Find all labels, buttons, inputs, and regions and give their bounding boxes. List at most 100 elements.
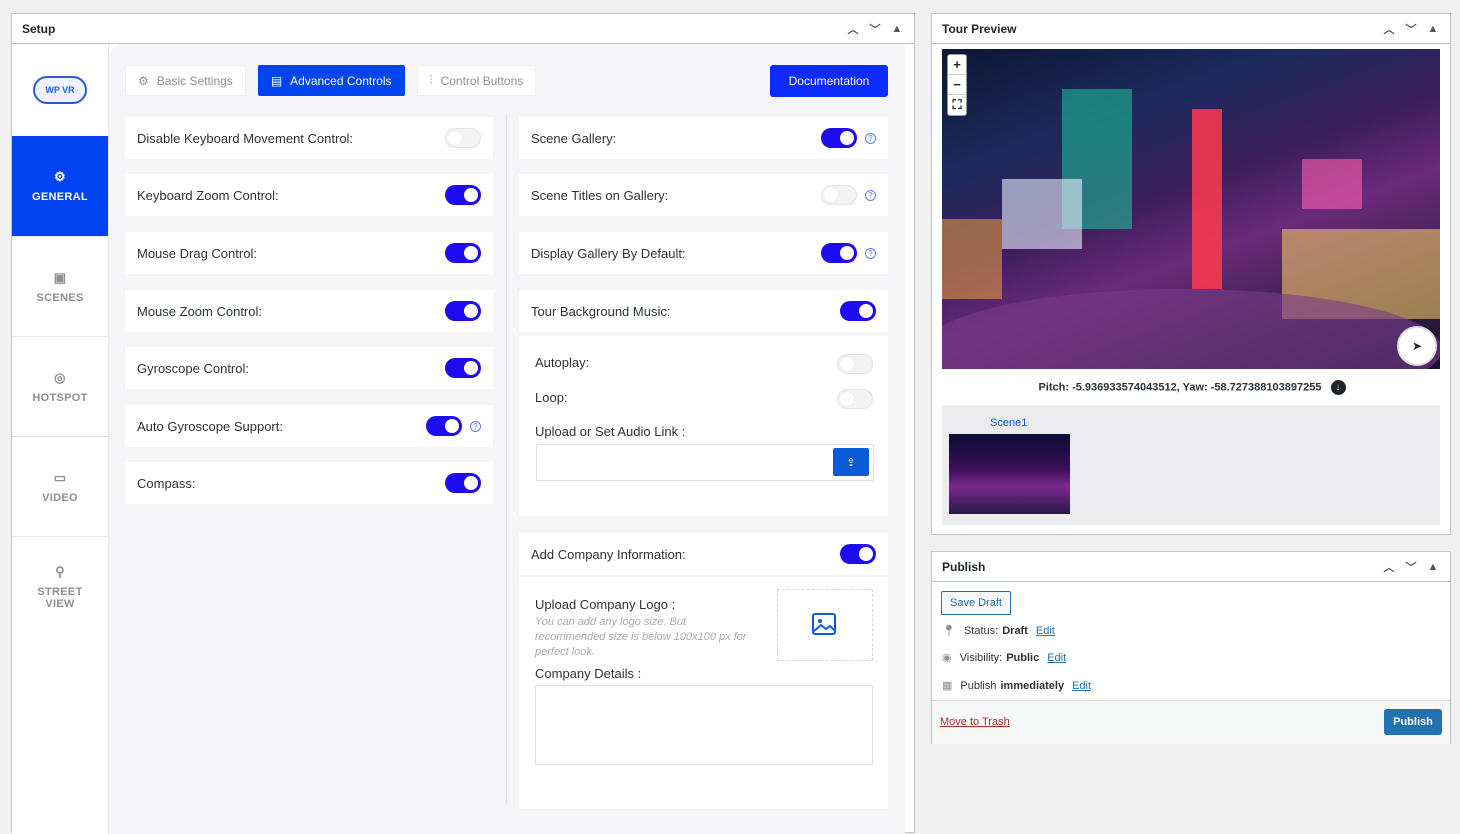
setting-scene-gallery: Scene Gallery: ? <box>519 117 888 159</box>
sidebar-item-label: SCENES <box>36 291 84 304</box>
sidebar-item-label: VIDEO <box>42 491 78 504</box>
chevron-up-icon[interactable]: ︿ <box>1382 559 1396 575</box>
pin-icon: 📍︎ <box>942 625 956 637</box>
triangle-up-icon[interactable]: ▲ <box>1426 23 1440 35</box>
download-icon[interactable]: ↓ <box>1330 380 1346 395</box>
scene-gallery: Scene1 <box>942 405 1440 525</box>
viewer-controls: + − ⛶ <box>947 54 967 116</box>
setup-title: Setup <box>22 21 56 36</box>
toggle-mouse-zoom[interactable] <box>445 301 481 321</box>
audio-link-input[interactable] <box>536 444 874 481</box>
tour-preview-panel: Tour Preview ︿ ﹀ ▲ + − ⛶ ➤ Pitch: -5.93693… <box>931 13 1451 535</box>
upload-icon: ⇪ <box>846 456 856 469</box>
company-panel: Upload Company Logo : You can add any lo… <box>519 577 888 809</box>
setting-compass: Compass: <box>125 462 493 504</box>
triangle-up-icon[interactable]: ▲ <box>890 23 904 35</box>
setting-tour-background-music: Tour Background Music: <box>519 290 888 332</box>
pin-icon: ⚲ <box>55 563 65 579</box>
setting-company-information: Add Company Information: <box>519 533 888 575</box>
setting-mouse-zoom: Mouse Zoom Control: <box>125 290 493 332</box>
move-to-trash-link[interactable]: Move to Trash <box>940 716 1010 728</box>
setup-content: ⚙ Basic Settings ▤ Advanced Controls ⫶ C… <box>109 44 905 834</box>
setting-auto-gyroscope: Auto Gyroscope Support: ? <box>125 405 493 447</box>
pitch-yaw-readout: Pitch: -5.936933574043512, Yaw: -58.7273… <box>932 380 1452 395</box>
setup-sidebar: WP VR ⚙ GENERAL ▣ SCENES ◎ HOTSPOT ▭ VID… <box>12 44 109 834</box>
setup-panel: Setup ︿ ﹀ ▲ WP VR ⚙ GENERAL ▣ SCENES ◎ HOT… <box>11 13 915 834</box>
eye-icon: ◉ <box>942 652 952 664</box>
status-row: 📍︎ Status: Draft Edit <box>942 624 1055 638</box>
setting-mouse-drag: Mouse Drag Control: <box>125 232 493 274</box>
zoom-in-button[interactable]: + <box>948 55 966 75</box>
tab-advanced-controls[interactable]: ▤ Advanced Controls <box>257 65 405 96</box>
music-options-panel: Autoplay: Loop: Upload or Set Audio Link… <box>519 336 888 516</box>
setup-header: Setup ︿ ﹀ ▲ <box>12 14 914 44</box>
scene-thumbnail[interactable] <box>949 434 1070 514</box>
gear-icon: ⚙ <box>138 73 149 88</box>
toggle-scene-titles-gallery[interactable] <box>821 185 857 205</box>
edit-publish-time-link[interactable]: Edit <box>1072 680 1091 692</box>
zoom-out-button[interactable]: − <box>948 75 966 95</box>
edit-status-link[interactable]: Edit <box>1036 625 1055 637</box>
toggle-compass[interactable] <box>445 473 481 493</box>
save-draft-button[interactable]: Save Draft <box>941 591 1011 615</box>
company-details-label: Company Details : <box>535 666 642 681</box>
toggle-gyroscope[interactable] <box>445 358 481 378</box>
sidebar-item-label: STREET VIEW <box>37 585 83 610</box>
toggle-disable-keyboard-movement[interactable] <box>445 128 481 148</box>
fullscreen-icon[interactable]: ⛶ <box>948 95 966 115</box>
sidebar-item-video[interactable]: ▭ VIDEO <box>12 436 108 536</box>
panorama-viewer[interactable]: + − ⛶ ➤ <box>942 49 1440 369</box>
setting-keyboard-zoom: Keyboard Zoom Control: <box>125 174 493 216</box>
toggle-scene-gallery[interactable] <box>821 128 857 148</box>
chevron-down-icon[interactable]: ﹀ <box>1404 21 1418 37</box>
info-icon[interactable]: ? <box>865 189 876 201</box>
publish-title: Publish <box>942 559 986 574</box>
setting-display-gallery-default: Display Gallery By Default: ? <box>519 232 888 274</box>
edit-visibility-link[interactable]: Edit <box>1047 652 1066 664</box>
autoplay-label: Autoplay: <box>535 355 590 370</box>
publish-time-row: ▦ Publish immediately Edit <box>942 679 1092 693</box>
info-icon[interactable]: ? <box>865 247 876 259</box>
publish-panel: Publish ︿ ﹀ ▲ Save Draft 📍︎ Status: Draft E… <box>931 551 1451 744</box>
compass-icon: ➤ <box>1397 326 1437 366</box>
grid-icon: ▤ <box>270 73 283 88</box>
tour-preview-header: Tour Preview ︿ ﹀ ▲ <box>932 14 1450 44</box>
sidebar-item-hotspot[interactable]: ◎ HOTSPOT <box>12 336 108 436</box>
tab-basic-settings[interactable]: ⚙ Basic Settings <box>125 65 246 96</box>
toggle-autoplay[interactable] <box>837 354 873 374</box>
info-icon[interactable]: ? <box>470 420 481 432</box>
toggle-keyboard-zoom[interactable] <box>445 185 481 205</box>
company-logo-label: Upload Company Logo : <box>535 597 676 612</box>
sliders-icon: ⫶ <box>429 73 433 87</box>
publish-button[interactable]: Publish <box>1384 709 1442 735</box>
tab-control-buttons[interactable]: ⫶ Control Buttons <box>416 65 537 96</box>
upload-audio-button[interactable]: ⇪ <box>833 448 869 476</box>
image-icon: ▣ <box>53 269 67 285</box>
sidebar-item-general[interactable]: ⚙ GENERAL <box>12 136 108 236</box>
triangle-up-icon[interactable]: ▲ <box>1426 561 1440 573</box>
company-details-textarea[interactable] <box>535 685 873 765</box>
toggle-loop[interactable] <box>837 389 873 409</box>
chevron-down-icon[interactable]: ﹀ <box>868 21 882 37</box>
sidebar-item-scenes[interactable]: ▣ SCENES <box>12 236 108 336</box>
toggle-display-gallery-default[interactable] <box>821 243 857 263</box>
scene-title: Scene1 <box>990 417 1028 429</box>
chevron-up-icon[interactable]: ︿ <box>846 21 860 37</box>
toggle-auto-gyroscope[interactable] <box>426 416 462 436</box>
chevron-down-icon[interactable]: ﹀ <box>1404 559 1418 575</box>
image-upload-icon <box>812 613 836 635</box>
info-icon[interactable]: ? <box>865 132 876 144</box>
toggle-tour-background-music[interactable] <box>840 301 876 321</box>
sidebar-item-street-view[interactable]: ⚲ STREET VIEW <box>12 536 108 636</box>
panorama-image <box>942 89 1440 369</box>
settings-tabs: ⚙ Basic Settings ▤ Advanced Controls ⫶ C… <box>125 65 537 96</box>
documentation-button[interactable]: Documentation <box>770 65 888 97</box>
publish-header: Publish ︿ ﹀ ▲ <box>932 552 1450 582</box>
logo-upload-box[interactable] <box>777 589 873 661</box>
column-divider <box>506 114 507 804</box>
toggle-mouse-drag[interactable] <box>445 243 481 263</box>
toggle-company-information[interactable] <box>840 544 876 564</box>
wpvr-logo: WP VR <box>12 44 108 136</box>
chevron-up-icon[interactable]: ︿ <box>1382 21 1396 37</box>
visibility-row: ◉ Visibility: Public Edit <box>942 651 1067 665</box>
